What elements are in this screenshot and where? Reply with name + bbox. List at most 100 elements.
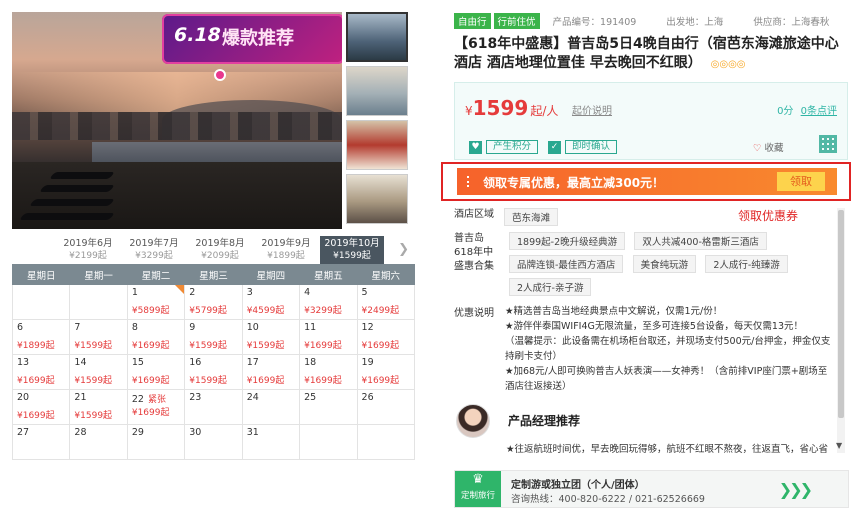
skyline <box>12 112 342 140</box>
package-chip[interactable]: 品牌连锁-最佳西方酒店 <box>509 255 624 273</box>
price-box: ¥1599 起/人 起价说明 0分 0条点评 ♥ 产生积分 ✓ 即时确认 ♡ 收藏 <box>454 82 848 160</box>
calendar-day[interactable]: 11 ¥1699起 <box>299 319 358 355</box>
day-number: 19 <box>361 357 374 368</box>
thumbnail-2[interactable] <box>346 66 408 116</box>
calendar-day[interactable]: 7 ¥1599起 <box>69 319 128 355</box>
month-price: ¥3299起 <box>135 251 173 261</box>
calendar-day[interactable]: 1 ¥5899起 <box>126 284 186 320</box>
day-price: ¥1699起 <box>361 341 400 351</box>
month-price: ¥2199起 <box>69 251 107 261</box>
product-tags: 自由行 行前住优 产品编号：191409 出发地：上海 供应商：上海春秋 <box>454 13 849 29</box>
score-area: 0分 0条点评 <box>777 102 837 117</box>
favorite-button[interactable]: ♡ 收藏 <box>753 140 784 154</box>
calendar-day[interactable]: 6 ¥1899起 <box>11 319 71 355</box>
product-title: 【618年中盛惠】普吉岛5日4晚自由行（宿芭东海滩旅途中心酒店 酒店地理位置佳 … <box>454 35 849 74</box>
claim-coupon-button[interactable]: 领取 <box>777 172 825 191</box>
offer-line: ★精选普吉岛当地经典景点中文解说，仅需1元/份！ <box>505 306 723 317</box>
calendar-day[interactable]: 31 <box>241 424 301 460</box>
calendar-day[interactable]: 21 ¥1599起 <box>69 389 128 425</box>
day-number: 17 <box>246 357 259 368</box>
package-chip[interactable]: 2人成行-纯臻游 <box>705 255 788 273</box>
coupon-text: 领取专属优惠，最高立减300元！ <box>483 176 665 190</box>
calendar-day[interactable]: 23 <box>184 389 243 425</box>
thumbnail-4[interactable] <box>346 174 408 224</box>
month-tab[interactable]: 2019年7月 ¥3299起 <box>122 236 186 264</box>
scrollbar-thumb[interactable] <box>838 210 844 418</box>
calendar-day[interactable]: 26 <box>356 389 416 425</box>
reviews-link[interactable]: 0条点评 <box>801 106 837 117</box>
scroll-down-arrow-icon[interactable]: ▼ <box>836 441 842 450</box>
day-number: 1 <box>131 287 138 298</box>
day-price: ¥4599起 <box>246 306 285 316</box>
day-price: ¥1699起 <box>131 341 170 351</box>
calendar-day[interactable]: 27 <box>11 424 71 460</box>
month-tab[interactable]: 2019年9月 ¥1899起 <box>254 236 318 264</box>
calendar-day[interactable]: 17 ¥1699起 <box>241 354 301 390</box>
month-tab[interactable]: 2019年8月 ¥2099起 <box>188 236 252 264</box>
calendar-day[interactable]: 14 ¥1599起 <box>69 354 128 390</box>
calendar-day[interactable]: 18 ¥1699起 <box>299 354 358 390</box>
day-number: 22 <box>131 394 144 405</box>
banner-text: 爆款推荐 <box>222 28 294 49</box>
thumbnail-1[interactable] <box>346 12 408 62</box>
calendar-day[interactable]: 24 <box>241 389 301 425</box>
day-number: 31 <box>246 427 259 438</box>
month-tab-active[interactable]: 2019年10月 ¥1599起 <box>320 236 384 264</box>
calendar-day[interactable]: 16 ¥1599起 <box>184 354 243 390</box>
availability-tag: 紧张 <box>147 395 166 405</box>
coupon-bar: 领取专属优惠，最高立减300元！ 领取 <box>457 168 837 195</box>
chevrons-right-icon[interactable]: ❯❯❯ <box>779 480 813 499</box>
hotel-area-chip[interactable]: 芭东海滩 <box>504 208 559 226</box>
day-price: ¥1599起 <box>74 341 113 351</box>
calendar-day[interactable]: 9 ¥1599起 <box>184 319 243 355</box>
day-number: 13 <box>17 357 30 368</box>
custom-tour-badge-label: 定制旅行 <box>460 491 495 501</box>
calendar-day[interactable]: 5 ¥2499起 <box>356 284 416 320</box>
qr-code-icon[interactable] <box>819 135 837 153</box>
day-number <box>304 427 352 443</box>
day-number: 6 <box>17 322 24 333</box>
calendar-day[interactable]: 12 ¥1699起 <box>356 319 416 355</box>
price-symbol: ¥ <box>465 104 473 118</box>
calendar-day[interactable]: 20 ¥1699起 <box>11 389 71 425</box>
day-price: ¥1599起 <box>74 376 113 386</box>
calendar-day[interactable]: 30 <box>184 424 243 460</box>
calendar-day[interactable]: 10 ¥1599起 <box>241 319 301 355</box>
package-chip[interactable]: 1899起-2晚升级经典游 <box>509 232 626 250</box>
calendar-day[interactable]: 15 ¥1699起 <box>126 354 186 390</box>
day-number: 27 <box>17 427 30 438</box>
weekday-header-cell: 星期六 <box>356 264 416 285</box>
month-label: 2019年8月 <box>195 238 245 249</box>
calendar-day[interactable]: 13 ¥1699起 <box>11 354 71 390</box>
calendar-day[interactable]: 22 紧张 ¥1699起 <box>126 389 186 425</box>
calendar-day[interactable]: 25 <box>299 389 358 425</box>
package-chip[interactable]: 美食纯玩游 <box>632 255 697 273</box>
day-number: 21 <box>74 392 87 403</box>
product-title-text: 【618年中盛惠】普吉岛5日4晚自由行（宿芭东海滩旅途中心酒店 酒店地理位置佳 … <box>454 36 839 71</box>
calendar-day[interactable]: 4 ¥3299起 <box>299 284 358 320</box>
hotel-area-row: 酒店区域 芭东海滩 <box>454 208 564 231</box>
weekday-header-cell: 星期三 <box>184 264 243 285</box>
main-photo[interactable]: 6.18 爆款推荐 <box>12 12 342 229</box>
calendar-day[interactable]: 3 ¥4599起 <box>241 284 301 320</box>
price-unit: 起/人 <box>530 104 559 118</box>
month-tab[interactable]: 2019年6月 ¥2199起 <box>56 236 120 264</box>
package-chip[interactable]: 2人成行-亲子游 <box>509 278 592 296</box>
calendar-day[interactable]: 29 <box>126 424 186 460</box>
calendar-day[interactable]: 28 <box>69 424 128 460</box>
custom-tour-card[interactable]: ♛ 定制旅行 定制游或独立团（个人/团体） 咨询热线：400-820-6222 … <box>454 470 849 508</box>
calendar-day[interactable]: 2 ¥5799起 <box>184 284 243 320</box>
next-month-arrow-icon[interactable]: ❯ <box>398 242 409 257</box>
calendar-day[interactable]: 8 ¥1699起 <box>126 319 186 355</box>
day-price: ¥1699起 <box>361 376 400 386</box>
package-chip[interactable]: 双人共减400-格雷斯三酒店 <box>634 232 767 250</box>
day-number: 12 <box>361 322 374 333</box>
price-explain-link[interactable]: 起价说明 <box>572 102 612 117</box>
lounge-chair <box>49 172 115 179</box>
thumbnail-3[interactable] <box>346 120 408 170</box>
day-number: 29 <box>131 427 144 438</box>
day-price: ¥5899起 <box>131 306 170 316</box>
day-number: 23 <box>189 392 202 403</box>
day-number: 14 <box>74 357 87 368</box>
calendar-day[interactable]: 19 ¥1699起 <box>356 354 416 390</box>
